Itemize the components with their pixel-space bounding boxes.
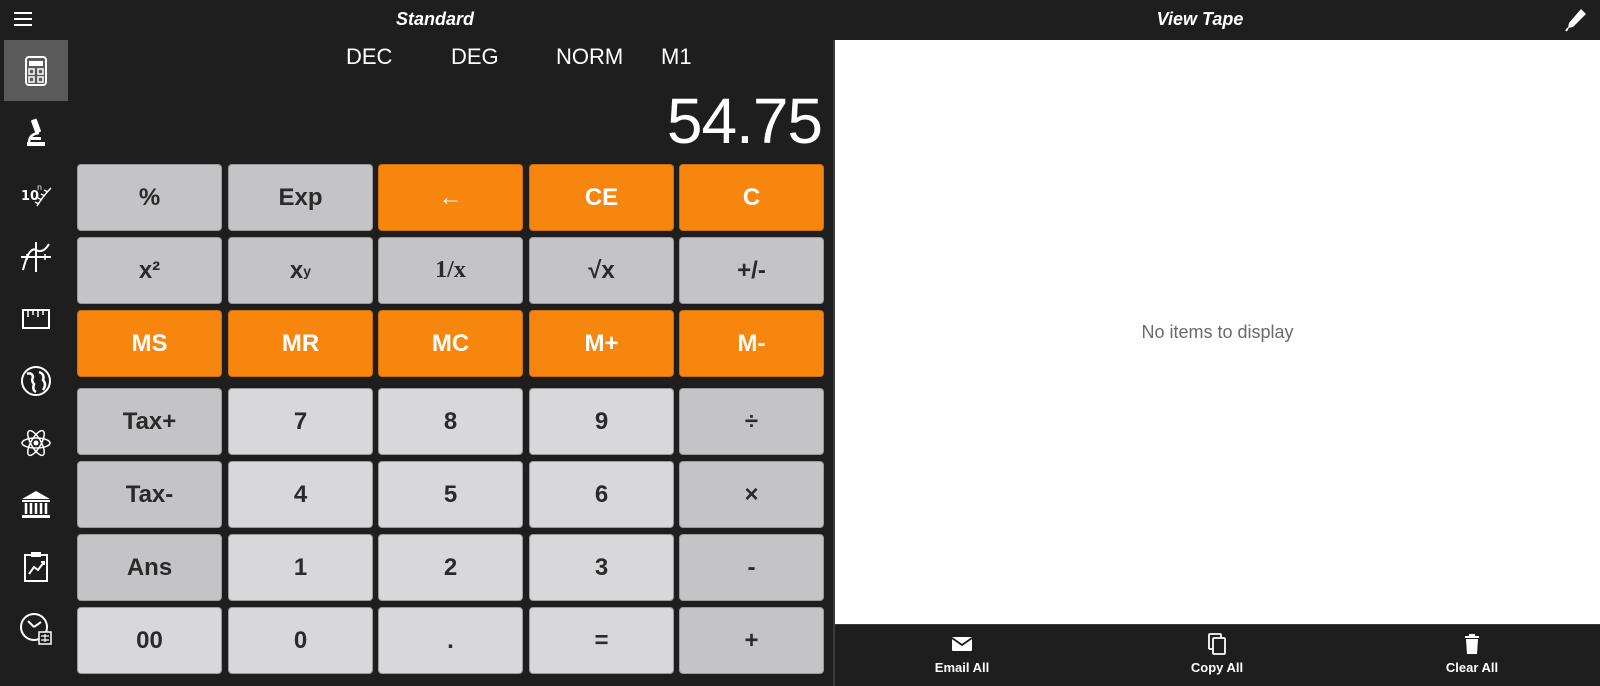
sidebar-item-time[interactable]: [4, 598, 68, 659]
power-base-label: x: [289, 256, 304, 284]
memory-subtract-button[interactable]: M-: [679, 310, 824, 377]
digit-1-button[interactable]: 1: [228, 534, 373, 601]
double-zero-button[interactable]: 00: [77, 607, 222, 674]
sidebar-item-graph[interactable]: [4, 226, 68, 287]
microscope-icon: [27, 118, 45, 146]
atom-icon: [21, 429, 51, 456]
ruler-icon: [22, 308, 50, 329]
tape-panel: No items to display: [835, 40, 1600, 624]
digit-9-button[interactable]: 9: [529, 388, 674, 455]
scientific-notation-icon: 10n: [21, 183, 52, 206]
copy-icon: [1208, 633, 1226, 655]
tax-plus-button[interactable]: Tax+: [77, 388, 222, 455]
memory-add-button[interactable]: M+: [529, 310, 674, 377]
sidebar: 10 n: [0, 40, 72, 686]
bank-icon: [22, 490, 50, 518]
digit-0-button[interactable]: 0: [228, 607, 373, 674]
multiply-button[interactable]: ×: [679, 461, 824, 528]
sidebar-item-statistics[interactable]: [4, 536, 68, 597]
top-bar: Standard View Tape: [0, 0, 1600, 40]
sidebar-item-physics[interactable]: [4, 412, 68, 473]
memory-clear-button[interactable]: MC: [378, 310, 523, 377]
answer-button[interactable]: Ans: [77, 534, 222, 601]
clear-all-button[interactable]: Clear All: [1412, 633, 1532, 677]
email-all-button[interactable]: Email All: [902, 633, 1022, 677]
digit-8-button[interactable]: 8: [378, 388, 523, 455]
chart-clipboard-icon: [24, 551, 48, 582]
notation-indicator: NORM: [556, 44, 624, 69]
sidebar-item-world[interactable]: [4, 350, 68, 411]
digit-6-button[interactable]: 6: [529, 461, 674, 528]
square-button[interactable]: x²: [77, 237, 222, 304]
view-tape-title[interactable]: View Tape: [1100, 9, 1300, 30]
copy-all-button[interactable]: Copy All: [1157, 633, 1277, 677]
svg-text:n: n: [37, 183, 42, 192]
power-button[interactable]: xy: [228, 237, 373, 304]
memory-store-button[interactable]: MS: [77, 310, 222, 377]
divide-button[interactable]: ÷: [679, 388, 824, 455]
reciprocal-button[interactable]: 1/x: [378, 237, 523, 304]
copy-all-label: Copy All: [1190, 660, 1244, 675]
memory-recall-button[interactable]: MR: [228, 310, 373, 377]
clear-button[interactable]: C: [679, 164, 824, 231]
backspace-button[interactable]: ←: [378, 164, 523, 231]
digit-5-button[interactable]: 5: [378, 461, 523, 528]
exp-button[interactable]: Exp: [228, 164, 373, 231]
plus-button[interactable]: +: [679, 607, 824, 674]
decimal-button[interactable]: .: [378, 607, 523, 674]
keypad: % Exp ← CE C x² xy 1/x √x +/- MS MR MC M…: [77, 164, 826, 679]
base-indicator: DEC: [346, 44, 393, 69]
minus-button[interactable]: -: [679, 534, 824, 601]
empty-tape-message: No items to display: [1141, 322, 1294, 342]
digit-7-button[interactable]: 7: [228, 388, 373, 455]
digit-4-button[interactable]: 4: [228, 461, 373, 528]
display-value: 54.75: [666, 85, 823, 157]
pen-icon[interactable]: [1564, 7, 1588, 33]
digit-2-button[interactable]: 2: [378, 534, 523, 601]
sqrt-button[interactable]: √x: [529, 237, 674, 304]
clear-all-label: Clear All: [1445, 660, 1499, 675]
email-all-label: Email All: [934, 660, 990, 675]
tax-minus-button[interactable]: Tax-: [77, 461, 222, 528]
graph-icon: [21, 241, 51, 272]
digit-3-button[interactable]: 3: [529, 534, 674, 601]
trash-icon: [1465, 634, 1479, 654]
equals-button[interactable]: =: [529, 607, 674, 674]
clock-calculator-icon: [20, 612, 52, 645]
percent-button[interactable]: %: [77, 164, 222, 231]
menu-icon[interactable]: [12, 9, 38, 31]
memory-indicator: M1: [661, 44, 692, 69]
angle-indicator: DEG: [451, 44, 499, 69]
sidebar-item-science[interactable]: [4, 102, 68, 163]
power-exp-label: y: [303, 262, 312, 279]
tape-toolbar: Email All Copy All Clear All: [835, 624, 1600, 686]
mail-icon: [951, 637, 973, 651]
negate-button[interactable]: +/-: [679, 237, 824, 304]
sidebar-item-conversion[interactable]: [4, 288, 68, 349]
clear-entry-button[interactable]: CE: [529, 164, 674, 231]
sidebar-item-scientific[interactable]: 10 n: [4, 164, 68, 225]
sidebar-item-finance[interactable]: [4, 474, 68, 535]
globe-icon: [21, 365, 51, 396]
status-indicators: DEC DEG NORM M1: [0, 44, 820, 72]
mode-title: Standard: [395, 9, 474, 29]
